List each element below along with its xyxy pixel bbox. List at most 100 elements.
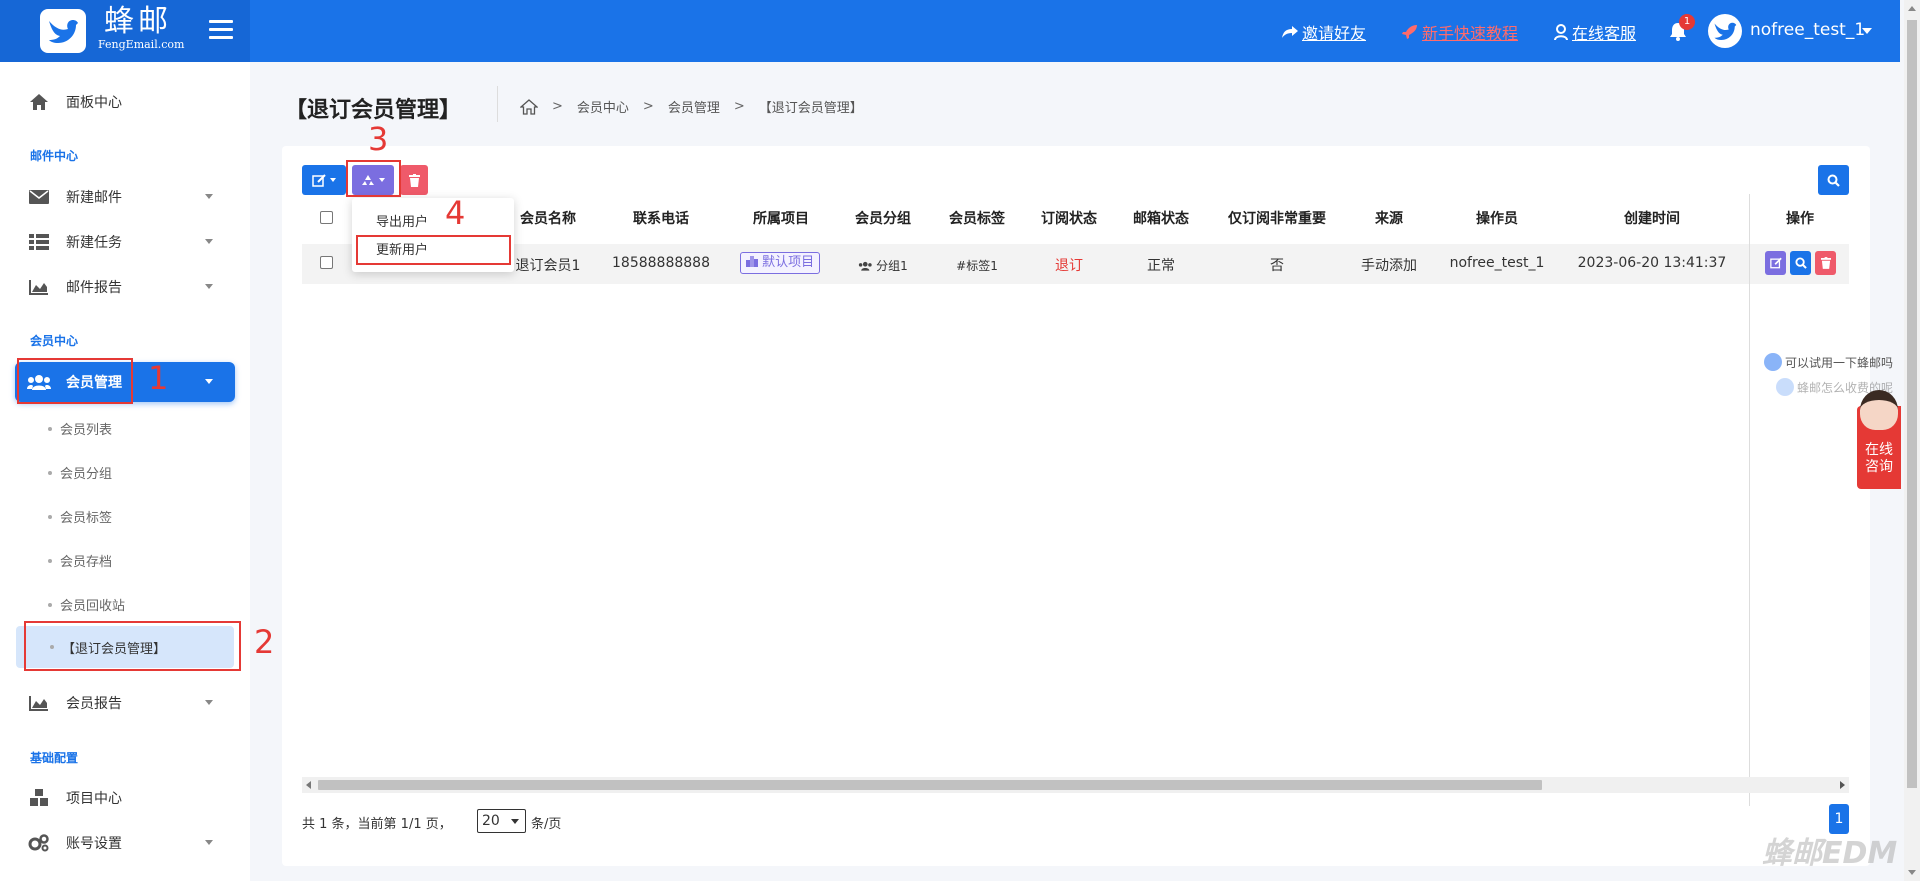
cell-phone: 18588888888 <box>612 255 710 271</box>
sidebar-subitem-label: 会员分组 <box>60 467 113 482</box>
online-support-link[interactable]: 在线客服 <box>1554 20 1636 44</box>
chevron-down-icon[interactable] <box>1862 28 1872 34</box>
sidebar-item-new-mail[interactable]: 新建邮件 <box>15 177 235 217</box>
annotation-box-2 <box>24 621 241 671</box>
section-base-config: 基础配置 <box>30 751 79 765</box>
sidebar-item-dashboard[interactable]: 面板中心 <box>15 82 235 122</box>
column-header-subscription-status[interactable]: 订阅状态 <box>1041 208 1097 228</box>
column-header-source[interactable]: 来源 <box>1375 208 1403 228</box>
sidebar-item-new-task[interactable]: 新建任务 <box>15 222 235 262</box>
menu-item-export-users[interactable]: 导出用户 <box>376 211 428 230</box>
select-all-checkbox[interactable] <box>320 211 333 224</box>
annotation-number-3: 3 <box>368 120 389 158</box>
cell-group-label: 分组1 <box>876 259 908 273</box>
sidebar-subitem-member-list[interactable]: 会员列表 <box>48 419 112 438</box>
sidebar-item-label: 面板中心 <box>66 95 122 111</box>
scrollbar-thumb[interactable] <box>318 780 1542 790</box>
avatar[interactable] <box>1708 14 1742 48</box>
chevron-down-icon <box>330 178 336 182</box>
home-icon <box>27 92 51 112</box>
chat-suggestion[interactable]: 可以试用一下蜂邮吗 <box>1764 353 1893 371</box>
cell-tag: #标签1 <box>956 259 998 273</box>
sidebar-item-project-center[interactable]: 项目中心 <box>15 778 235 818</box>
home-icon[interactable] <box>520 98 538 115</box>
column-header-mail-status[interactable]: 邮箱状态 <box>1133 208 1189 228</box>
cell-source: 手动添加 <box>1361 258 1417 274</box>
scrollbar-thumb[interactable] <box>1907 20 1917 788</box>
scroll-up-icon[interactable] <box>1908 6 1916 11</box>
column-header-created-time[interactable]: 创建时间 <box>1624 208 1680 228</box>
breadcrumb-item[interactable]: 会员管理 <box>668 97 720 116</box>
notification-badge: 1 <box>1679 14 1695 30</box>
search-button[interactable] <box>1818 165 1849 195</box>
horizontal-scrollbar[interactable] <box>302 777 1849 793</box>
sidebar-item-label: 账号设置 <box>66 836 122 852</box>
row-view-button[interactable] <box>1790 251 1811 275</box>
watermark: 蜂邮EDM <box>1762 836 1898 871</box>
list-icon <box>27 232 51 252</box>
invite-friends-link[interactable]: 邀请好友 <box>1282 20 1366 44</box>
cell-created-time: 2023-06-20 13:41:37 <box>1577 255 1727 271</box>
column-header-phone[interactable]: 联系电话 <box>633 208 689 228</box>
page-size-suffix: 条/页 <box>531 817 562 832</box>
sidebar-subitem-member-group[interactable]: 会员分组 <box>48 463 112 482</box>
scroll-left-icon[interactable] <box>306 781 311 789</box>
users-icon <box>858 261 872 271</box>
column-header-name[interactable]: 会员名称 <box>520 208 576 228</box>
sidebar-subitem-member-tag[interactable]: 会员标签 <box>48 507 112 526</box>
search-icon <box>1794 257 1807 269</box>
search-icon <box>1827 174 1840 187</box>
share-icon <box>1282 26 1298 38</box>
sidebar-item-label: 会员报告 <box>66 696 122 712</box>
top-header: 蜂邮 FengEmail.com 邀请好友 新手快速教程 在线客服 1 nofr… <box>0 0 1900 62</box>
annotation-number-1: 1 <box>148 359 169 397</box>
chevron-down-icon <box>205 379 213 384</box>
breadcrumb-separator-icon: > <box>733 99 745 114</box>
column-header-tag[interactable]: 会员标签 <box>949 208 1005 228</box>
brand-area: 蜂邮 FengEmail.com <box>0 0 250 62</box>
user-icon <box>1554 24 1568 40</box>
scroll-right-icon[interactable] <box>1840 781 1845 789</box>
row-checkbox[interactable] <box>320 256 333 269</box>
edit-icon <box>312 173 326 187</box>
agent-avatar-icon[interactable] <box>1860 390 1898 430</box>
bullet-icon <box>48 602 52 607</box>
page-size-value: 20 <box>482 813 500 829</box>
user-menu[interactable]: nofree_test_1 <box>1750 20 1865 40</box>
column-header-group[interactable]: 会员分组 <box>855 208 911 228</box>
sidebar-item-account-settings[interactable]: 账号设置 <box>15 823 235 863</box>
sidebar-subitem-member-archive[interactable]: 会员存档 <box>48 551 112 570</box>
cell-operator: nofree_test_1 <box>1449 255 1545 271</box>
column-header-project[interactable]: 所属项目 <box>753 208 809 228</box>
scroll-down-icon[interactable] <box>1908 870 1916 875</box>
row-delete-button[interactable] <box>1815 251 1836 275</box>
column-header-important-only[interactable]: 仅订阅非常重要 <box>1228 208 1326 228</box>
cubes-icon <box>746 256 758 267</box>
tutorial-link[interactable]: 新手快速教程 <box>1402 20 1518 44</box>
page-size-select[interactable]: 20 <box>477 809 526 833</box>
project-badge: 默认项目 <box>740 252 821 274</box>
rocket-icon <box>1402 25 1417 39</box>
pagination-summary: 共 1 条，当前第 1/1 页， <box>302 817 452 832</box>
bullet-icon <box>48 558 52 563</box>
cell-name: 退订会员1 <box>515 258 581 274</box>
edit-dropdown-button[interactable] <box>302 165 346 195</box>
row-edit-button[interactable] <box>1765 251 1786 275</box>
annotation-box-1 <box>17 358 133 404</box>
brand-subtitle: FengEmail.com <box>98 38 185 51</box>
column-header-operator[interactable]: 操作员 <box>1476 208 1518 228</box>
sidebar-subitem-label: 会员存档 <box>60 555 113 570</box>
delete-button[interactable] <box>400 165 428 195</box>
chevron-down-icon <box>205 840 213 845</box>
breadcrumb-separator-icon: > <box>552 99 563 114</box>
sidebar-subitem-member-recycle[interactable]: 会员回收站 <box>48 595 125 614</box>
sidebar-item-member-report[interactable]: 会员报告 <box>15 683 235 723</box>
bird-logo-icon[interactable] <box>40 9 86 53</box>
bullet-icon <box>48 470 52 475</box>
area-chart-icon <box>27 277 51 297</box>
menu-toggle-icon[interactable] <box>209 20 233 40</box>
breadcrumb-item[interactable]: 会员中心 <box>577 97 629 116</box>
vertical-scrollbar[interactable] <box>1904 0 1920 881</box>
sidebar-item-mail-report[interactable]: 邮件报告 <box>15 267 235 307</box>
section-member-center: 会员中心 <box>30 334 79 348</box>
